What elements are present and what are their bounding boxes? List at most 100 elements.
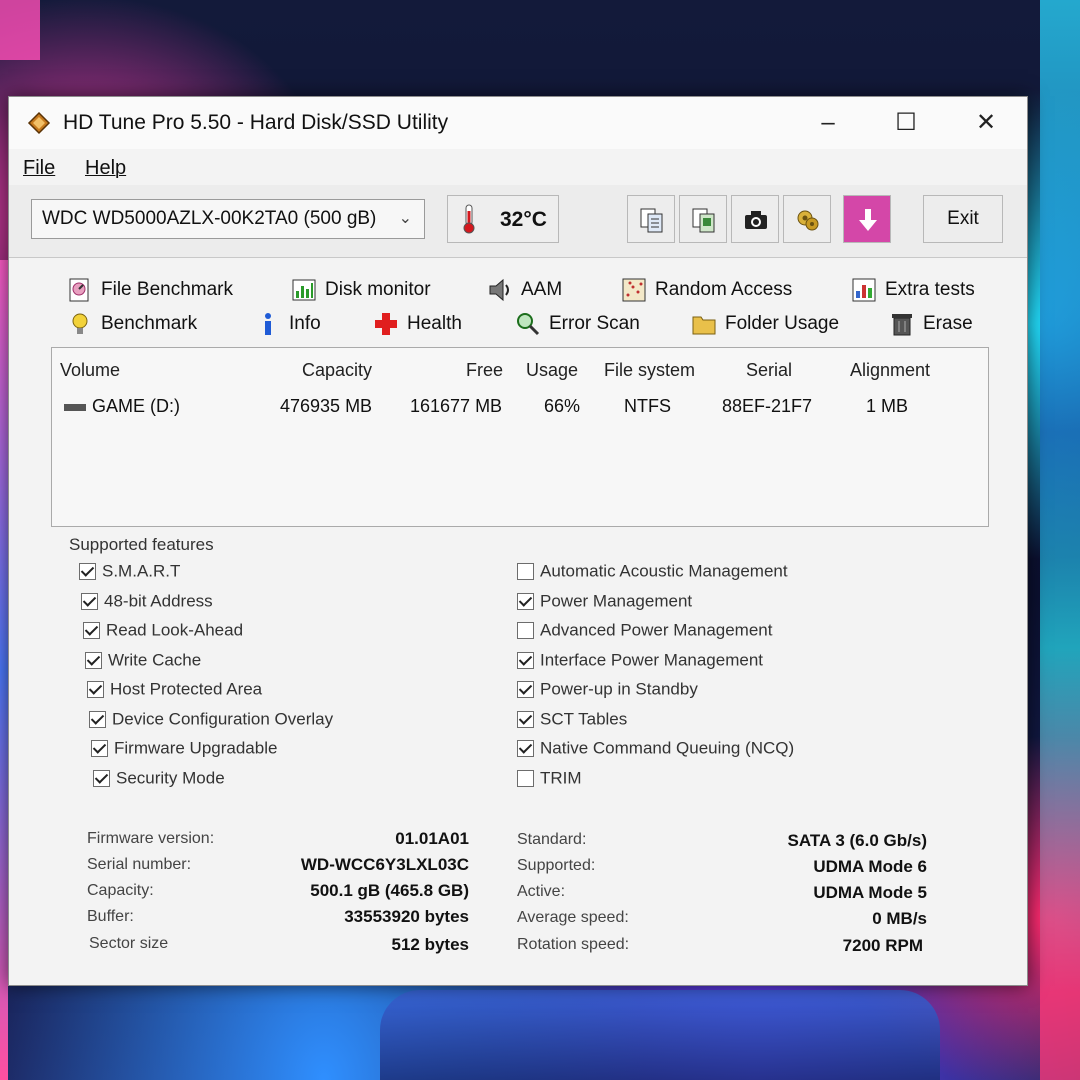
tab-info[interactable]: Info — [255, 311, 321, 343]
exit-button[interactable]: Exit — [923, 195, 1003, 243]
feature-checkbox[interactable]: Power-up in Standby — [517, 679, 698, 700]
column-header-alignment[interactable]: Alignment — [850, 360, 930, 381]
average-speed-value: 0 MB/s — [872, 909, 927, 928]
feature-checkbox[interactable]: Native Command Queuing (NCQ) — [517, 738, 794, 759]
tab-label: Error Scan — [549, 313, 640, 334]
copy-screenshot-button[interactable] — [679, 195, 727, 243]
menu-file[interactable]: File — [23, 157, 55, 180]
tab-erase[interactable]: Erase — [889, 311, 973, 343]
maximize-button[interactable]: ☐ — [883, 107, 929, 141]
random-access-icon — [622, 278, 646, 302]
tab-random-access[interactable]: Random Access — [621, 277, 792, 309]
sector-size-label: Sector size — [89, 935, 169, 952]
column-header-volume[interactable]: Volume — [60, 360, 120, 381]
feature-label: Write Cache — [108, 650, 202, 670]
checkbox-unchecked[interactable] — [517, 769, 534, 787]
volume-usage: 66% — [544, 396, 581, 416]
serial-number-value: WD-WCC6Y3LXL03C — [300, 855, 469, 874]
tab-file-benchmark[interactable]: File Benchmark — [67, 277, 233, 309]
feature-checkbox[interactable]: 48-bit Address — [81, 591, 213, 612]
buffer-value: 33553920 bytes — [344, 907, 469, 926]
feature-checkbox[interactable]: S.M.A.R.T — [79, 561, 180, 582]
checkbox-checked[interactable] — [517, 592, 534, 610]
background-car — [380, 990, 940, 1080]
checkbox-checked[interactable] — [517, 651, 534, 669]
lightbulb-icon — [72, 313, 88, 334]
checkbox-checked[interactable] — [79, 563, 96, 581]
close-button[interactable]: ✕ — [963, 107, 1009, 141]
feature-checkbox[interactable]: Write Cache — [85, 650, 201, 671]
menu-bar: File Help — [9, 149, 1027, 185]
tab-benchmark[interactable]: Benchmark — [67, 311, 197, 343]
checkbox-checked[interactable] — [93, 769, 110, 787]
options-button[interactable] — [783, 195, 831, 243]
extra-tests-icon — [852, 278, 876, 302]
checkbox-unchecked[interactable] — [517, 563, 534, 581]
rotation-speed-label: Rotation speed: — [517, 936, 630, 953]
feature-checkbox[interactable]: Interface Power Management — [517, 650, 763, 671]
tab-disk-monitor[interactable]: Disk monitor — [291, 277, 431, 309]
feature-checkbox[interactable]: Firmware Upgradable — [91, 738, 277, 759]
feature-label: S.M.A.R.T — [102, 561, 181, 581]
speaker-icon — [489, 278, 509, 302]
feature-checkbox[interactable]: Advanced Power Management — [517, 620, 772, 641]
feature-label: SCT Tables — [540, 709, 628, 729]
column-header-capacity[interactable]: Capacity — [302, 360, 372, 381]
volume-row-name[interactable]: GAME (D:) — [64, 396, 180, 417]
checkbox-checked[interactable] — [517, 740, 534, 758]
feature-checkbox[interactable]: TRIM — [517, 768, 582, 789]
save-button[interactable] — [843, 195, 891, 243]
drive-select[interactable]: WDC WD5000AZLX-00K2TA0 (500 gB) ⌄ — [31, 199, 425, 239]
temperature-display: 32°C — [447, 195, 559, 243]
tab-label: Extra tests — [885, 279, 975, 300]
title-bar[interactable]: HD Tune Pro 5.50 - Hard Disk/SSD Utility… — [9, 97, 1027, 149]
feature-checkbox[interactable]: Automatic Acoustic Management — [517, 561, 788, 582]
toolbar: WDC WD5000AZLX-00K2TA0 (500 gB) ⌄ 32°C E… — [9, 185, 1027, 258]
tab-folder-usage[interactable]: Folder Usage — [691, 311, 839, 343]
volume-list[interactable]: Volume Capacity Free Usage File system S… — [51, 347, 989, 527]
background-neon-left-column — [0, 260, 8, 1080]
screenshot-button[interactable] — [731, 195, 779, 243]
column-header-usage[interactable]: Usage — [526, 360, 578, 381]
magnifier-icon — [517, 313, 540, 336]
supported-mode-label: Supported: — [517, 857, 596, 874]
feature-checkbox[interactable]: Security Mode — [93, 768, 225, 789]
checkbox-checked[interactable] — [517, 681, 534, 699]
tab-extra-tests[interactable]: Extra tests — [851, 277, 975, 309]
checkbox-checked[interactable] — [85, 651, 102, 669]
feature-checkbox[interactable]: Host Protected Area — [87, 679, 262, 700]
feature-checkbox[interactable]: Power Management — [517, 591, 692, 612]
column-header-serial[interactable]: Serial — [746, 360, 792, 381]
tab-label: Benchmark — [101, 313, 198, 334]
feature-checkbox[interactable]: SCT Tables — [517, 709, 627, 730]
camera-icon — [745, 211, 767, 229]
tab-aam[interactable]: AAM — [487, 277, 562, 309]
checkbox-checked[interactable] — [89, 710, 106, 728]
options-icon — [797, 210, 819, 231]
supported-mode-value: UDMA Mode 6 — [813, 857, 927, 876]
feature-checkbox[interactable]: Device Configuration Overlay — [89, 709, 333, 730]
feature-checkbox[interactable]: Read Look-Ahead — [83, 620, 243, 641]
tab-error-scan[interactable]: Error Scan — [515, 311, 640, 343]
checkbox-checked[interactable] — [91, 740, 108, 758]
checkbox-unchecked[interactable] — [517, 622, 534, 640]
checkbox-checked[interactable] — [83, 622, 100, 640]
minimize-button[interactable]: – — [805, 107, 851, 141]
feature-label: Automatic Acoustic Management — [540, 561, 788, 581]
copy-text-button[interactable] — [627, 195, 675, 243]
checkbox-checked[interactable] — [81, 592, 98, 610]
checkbox-checked[interactable] — [517, 710, 534, 728]
active-mode-label: Active: — [517, 883, 566, 900]
tab-label: Erase — [923, 313, 973, 334]
tab-health[interactable]: Health — [373, 311, 462, 343]
serial-number-label: Serial number: — [87, 856, 192, 873]
column-header-file-system[interactable]: File system — [604, 360, 695, 381]
tab-bar: File Benchmark Disk monitor AAM Random A… — [9, 267, 1027, 347]
background-neon-sign-left — [0, 0, 40, 60]
menu-help[interactable]: Help — [85, 157, 126, 180]
volume-free: 161677 MB — [410, 396, 503, 416]
checkbox-checked[interactable] — [87, 681, 104, 699]
firmware-version-value: 01.01A01 — [395, 829, 469, 848]
volume-alignment: 1 MB — [866, 396, 909, 416]
column-header-free[interactable]: Free — [466, 360, 503, 381]
